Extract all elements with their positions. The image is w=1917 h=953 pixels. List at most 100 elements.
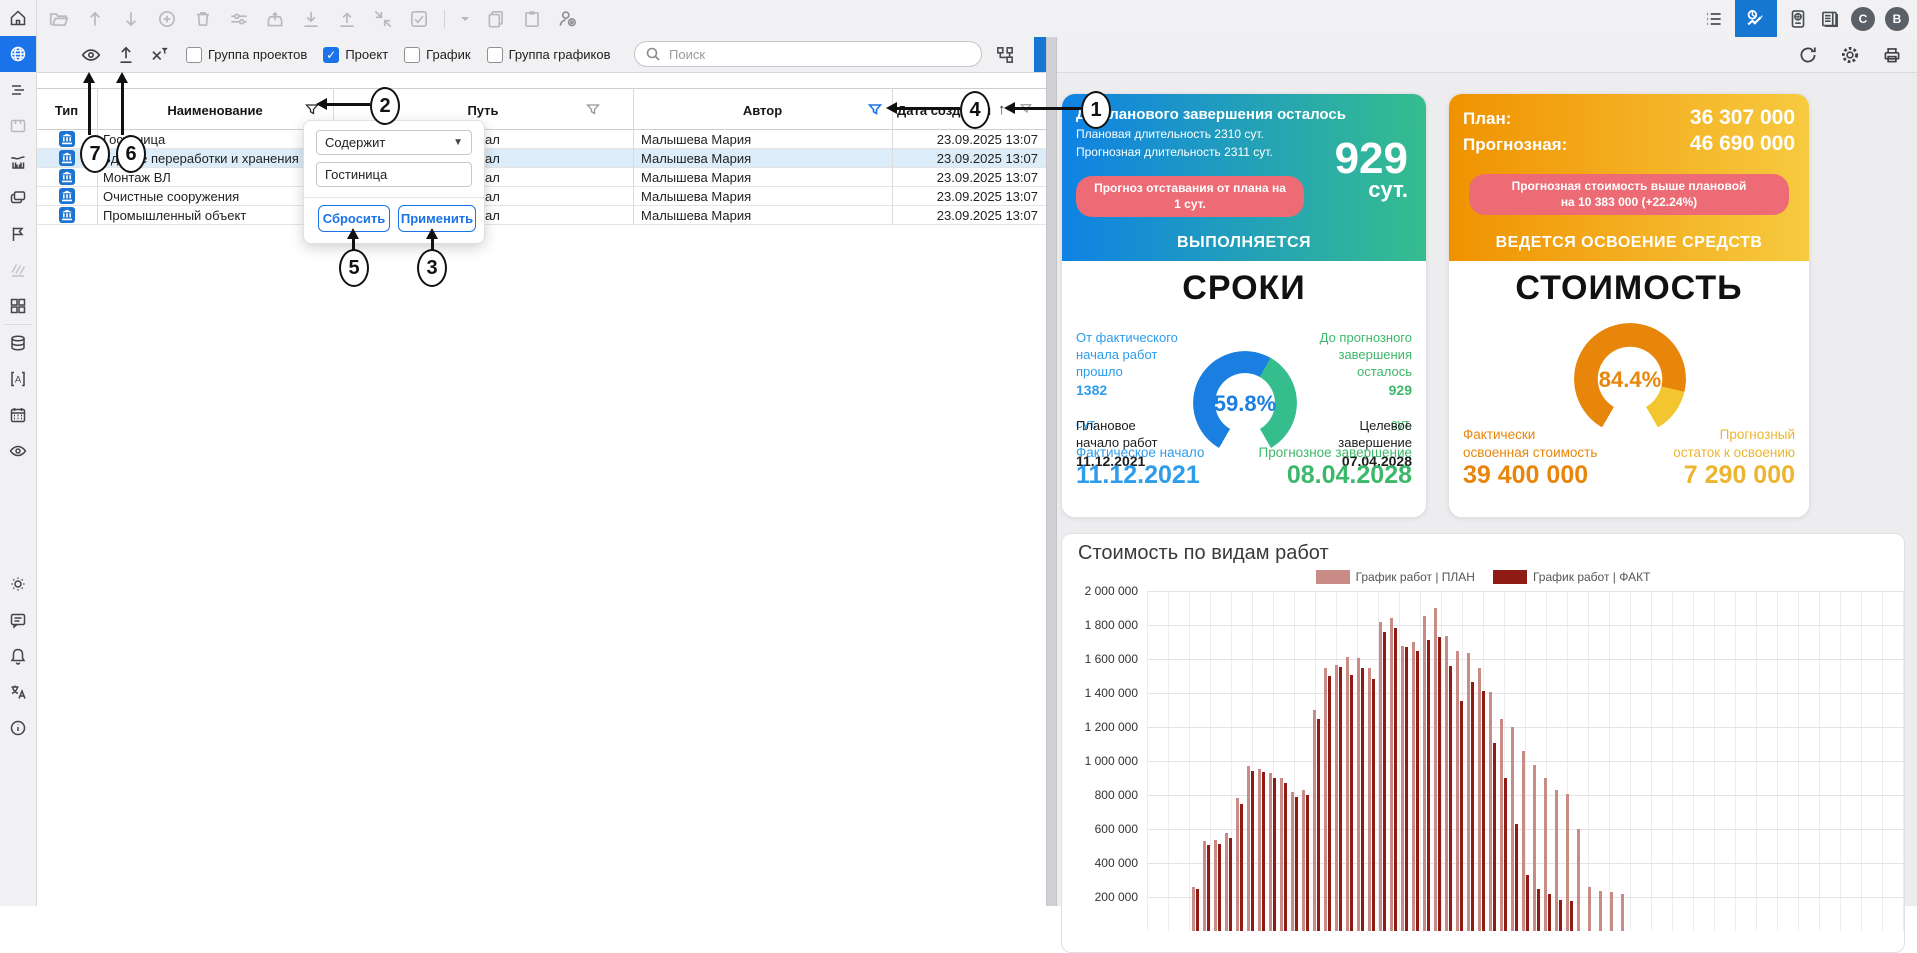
- settings-gear-icon[interactable]: [1839, 44, 1861, 66]
- copy-icon[interactable]: [485, 8, 507, 30]
- sidebar-item-board[interactable]: [0, 108, 36, 144]
- table-row[interactable]: Здание переработки и храненияалМалышева …: [36, 149, 1046, 168]
- open-folder-icon[interactable]: [48, 8, 70, 30]
- multi-select-icon[interactable]: [408, 8, 430, 30]
- path-filter-funnel-icon[interactable]: [586, 103, 600, 117]
- kanban-icon: [7, 115, 29, 137]
- sidebar-item-database[interactable]: [0, 325, 36, 361]
- sidebar-item-comments[interactable]: [0, 602, 36, 638]
- checkbox-box[interactable]: [404, 47, 420, 63]
- plan-bar: [1489, 692, 1492, 931]
- cost-forecast-value: 46 690 000: [1690, 132, 1795, 156]
- table-row[interactable]: Монтаж ВЛалМалышева Мария23.09.2025 13:0…: [36, 168, 1046, 187]
- sidebar-item-list[interactable]: [0, 72, 36, 108]
- fact-bar: [1273, 778, 1276, 931]
- spent-value: 39 400 000: [1463, 462, 1597, 488]
- sidebar-item-watch[interactable]: [0, 433, 36, 469]
- logo-c-badge[interactable]: C: [1851, 7, 1875, 31]
- layers-icon: [7, 187, 29, 209]
- checkbox-box[interactable]: [186, 47, 202, 63]
- collapse-icon[interactable]: [372, 8, 394, 30]
- sidebar-item-grid[interactable]: [0, 288, 36, 324]
- table-row[interactable]: Промышленный объекталМалышева Мария23.09…: [36, 206, 1046, 225]
- filter-checkbox[interactable]: ✓ Проект: [323, 47, 388, 63]
- export-upload-icon[interactable]: [114, 43, 138, 67]
- y-axis-label: 800 000: [1062, 788, 1138, 802]
- row-author: Малышева Мария: [633, 170, 892, 185]
- plan-bar: [1214, 840, 1217, 931]
- sidebar-item-chart[interactable]: [0, 144, 36, 180]
- visibility-eye-icon[interactable]: [79, 43, 103, 67]
- sidebar-item-flag[interactable]: [0, 216, 36, 252]
- column-header-name[interactable]: Наименование: [97, 89, 333, 131]
- sidebar-item-global[interactable]: [0, 36, 36, 72]
- sidebar-item-home[interactable]: [0, 0, 36, 36]
- search-box[interactable]: [634, 41, 982, 67]
- filter-checkbox[interactable]: Группа графиков: [487, 47, 611, 63]
- flag-icon: [7, 223, 29, 245]
- more-caret-icon[interactable]: [459, 8, 471, 30]
- archive-box-icon[interactable]: [264, 8, 286, 30]
- add-icon[interactable]: [156, 8, 178, 30]
- checkbox-label: Проект: [345, 47, 388, 62]
- journal-icon[interactable]: [1819, 8, 1841, 30]
- row-created: 23.09.2025 13:07: [892, 189, 1046, 204]
- rest-block: Прогнозный остаток к освоению 7 290 000: [1673, 409, 1795, 505]
- sidebar-item-info[interactable]: [0, 710, 36, 746]
- print-icon[interactable]: [1881, 44, 1903, 66]
- filter-toolbar: Группа проектов ✓ Проект График Группа графи…: [36, 37, 1046, 73]
- filter-value-input[interactable]: [316, 162, 472, 187]
- list-view-icon[interactable]: [1703, 8, 1725, 30]
- filter-checkbox[interactable]: Группа проектов: [186, 47, 307, 63]
- sidebar-item-calendar[interactable]: [0, 397, 36, 433]
- fact-bar: [1251, 771, 1254, 931]
- table-row[interactable]: Очистные сооруженияалМалышева Мария23.09…: [36, 187, 1046, 206]
- spent-block: Фактически освоенная стоимость 39 400 00…: [1463, 409, 1597, 505]
- plan-bar: [1236, 798, 1239, 931]
- annotation-circle-3: 3: [417, 249, 447, 287]
- home-icon: [7, 7, 29, 29]
- cost-plan-label: План:: [1463, 109, 1511, 129]
- column-filter-popup: Содержит ▼ Сбросить Применить: [303, 120, 485, 244]
- refresh-icon[interactable]: [1797, 44, 1819, 66]
- export-up-icon[interactable]: [336, 8, 358, 30]
- user-roles-icon[interactable]: [557, 8, 579, 30]
- move-up-icon[interactable]: [84, 8, 106, 30]
- sidebar-item-language[interactable]: [0, 674, 36, 710]
- author-filter-funnel-icon[interactable]: [868, 103, 882, 117]
- bank-type-icon: [36, 169, 97, 185]
- panel-splitter[interactable]: [1046, 37, 1057, 906]
- checkbox-box[interactable]: ✓: [323, 47, 339, 63]
- checkbox-box[interactable]: [487, 47, 503, 63]
- import-down-icon[interactable]: [300, 8, 322, 30]
- filter-checkbox[interactable]: График: [404, 47, 470, 63]
- attribute-a-icon: A: [7, 368, 29, 390]
- filter-condition-select[interactable]: Содержит ▼: [316, 130, 472, 155]
- sidebar-item-notifications[interactable]: [0, 638, 36, 674]
- plan-bar: [1445, 636, 1448, 931]
- clear-filter-icon[interactable]: [147, 43, 171, 67]
- move-down-icon[interactable]: [120, 8, 142, 30]
- calendar-icon: [7, 404, 29, 426]
- paste-icon[interactable]: [521, 8, 543, 30]
- sidebar-item-hatch[interactable]: [0, 252, 36, 288]
- plan-bar: [1588, 887, 1591, 931]
- analytics-view-button[interactable]: [1735, 0, 1777, 37]
- sidebar-item-attributes[interactable]: A: [0, 361, 36, 397]
- fact-bar: [1240, 804, 1243, 932]
- hatch-icon: [7, 259, 29, 281]
- filter-settings-icon[interactable]: [228, 8, 250, 30]
- sidebar-item-theme[interactable]: [0, 566, 36, 602]
- sidebar-item-layers[interactable]: [0, 180, 36, 216]
- delete-icon[interactable]: [192, 8, 214, 30]
- search-input[interactable]: [667, 46, 971, 63]
- column-header-author[interactable]: Автор: [633, 89, 892, 131]
- logo-b-badge[interactable]: B: [1885, 7, 1909, 31]
- table-row[interactable]: ГостиницаалМалышева Мария23.09.2025 13:0…: [36, 130, 1046, 149]
- passport-icon[interactable]: [1787, 8, 1809, 30]
- hierarchy-view-icon[interactable]: [992, 42, 1018, 68]
- annotation-arrowhead-1: [1004, 102, 1015, 114]
- duration-card: До планового завершения осталось Планова…: [1061, 93, 1427, 518]
- y-axis-label: 400 000: [1062, 856, 1138, 870]
- plan-bar: [1269, 773, 1272, 931]
